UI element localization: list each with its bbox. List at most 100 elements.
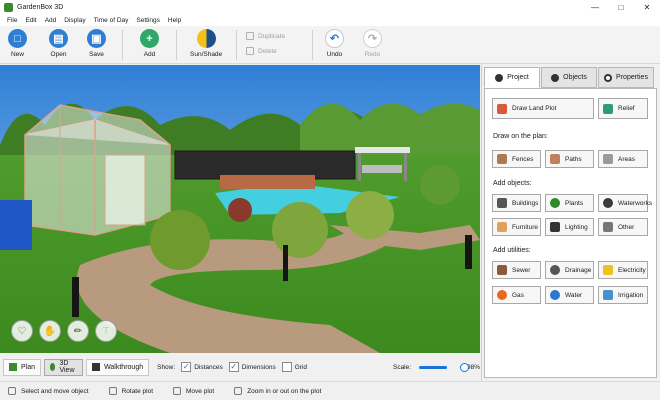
lighting-button[interactable]: Lighting [545,218,594,236]
folder-icon: ▤ [49,29,68,48]
status-zoom-hint: Zoom in or out on the plot [234,387,321,395]
walkthrough-tab[interactable]: Walkthrough [86,358,150,376]
3d-icon [50,363,56,371]
mouse-left-icon [8,387,16,395]
toolbar: □ New ▤ Open ▣ Save + Add Sun/Shade Dupl… [0,26,660,64]
mouse-right-icon [108,387,117,395]
draw-land-plot-button[interactable]: Draw Land Plot [492,98,594,119]
app-logo-icon [4,2,13,12]
draw-on-plan-heading: Draw on the plan: [493,133,548,140]
minimize-button[interactable]: — [582,0,608,14]
viewport-tools: ♡ ✋ ✏ T [11,320,117,342]
tree-icon [550,198,560,208]
plan-view-tab[interactable]: Plan [3,358,42,376]
buildings-button[interactable]: Buildings [492,194,541,212]
shrub [420,165,460,205]
menu-display[interactable]: Display [60,17,89,24]
fence [174,150,356,180]
pan-tool-button[interactable]: ✋ [39,320,61,342]
areas-button[interactable]: Areas [598,150,648,168]
gear-icon [604,73,613,82]
furniture-button[interactable]: Furniture [492,218,541,236]
save-icon: ▣ [87,29,106,48]
gas-button[interactable]: Gas [492,286,541,304]
new-button[interactable]: □ New [8,29,27,58]
window-title: GardenBox 3D [17,3,64,11]
add-objects-heading: Add objects: [493,180,532,187]
chair-icon [497,222,507,232]
status-select-hint: Select and move object [8,387,89,395]
checkbox-checked-icon: ✓ [228,362,239,372]
menu-bar: File Edit Add Display Time of Day Settin… [0,14,660,26]
undo-icon: ↶ [325,29,344,48]
text-tool-button[interactable]: T [95,320,117,342]
grid-checkbox[interactable]: Grid [281,362,307,372]
duplicate-button[interactable]: Duplicate [246,32,285,40]
plants-button[interactable]: Plants [545,194,594,212]
undo-button[interactable]: ↶ Undo [325,29,344,58]
duplicate-icon [246,32,254,40]
scale-slider[interactable] [419,362,469,372]
distances-checkbox[interactable]: ✓ Distances [181,362,223,372]
select-tool-button[interactable]: ♡ [11,320,33,342]
toolbar-separator [236,30,237,60]
save-button[interactable]: ▣ Save [87,29,106,58]
menu-file[interactable]: File [3,17,21,24]
lamp-post [465,235,472,269]
measure-tool-button[interactable]: ✏ [67,320,89,342]
path-icon [550,154,560,164]
project-icon [495,73,504,82]
ruler-icon: ✏ [73,325,83,337]
other-icon [603,222,613,232]
raised-bed [220,175,315,189]
area-icon [603,154,613,164]
scale-value: 98% [466,363,480,371]
window-controls: — □ ✕ [582,0,660,14]
shrub [150,210,210,270]
menu-help[interactable]: Help [164,17,185,24]
sun-shade-button[interactable]: Sun/Shade [190,29,222,58]
fence-icon [497,154,507,164]
toolbar-separator [312,30,313,60]
3d-view-tab[interactable]: 3D View [44,358,84,376]
hand-icon: ✋ [43,325,57,337]
tab-objects[interactable]: Objects [541,67,597,88]
maximize-button[interactable]: □ [608,0,634,14]
drainage-button[interactable]: Drainage [545,261,594,279]
tab-properties[interactable]: Properties [598,67,654,88]
scale-slider-handle[interactable] [459,362,469,372]
relief-button[interactable]: Relief [598,98,648,119]
electricity-button[interactable]: Electricity [598,261,648,279]
add-utilities-heading: Add utilities: [493,247,531,254]
delete-button[interactable]: Delete [246,47,277,55]
menu-time-of-day[interactable]: Time of Day [90,17,133,24]
walk-icon [92,363,101,371]
menu-settings[interactable]: Settings [132,17,164,24]
lamp-post [283,245,288,281]
menu-add[interactable]: Add [41,17,61,24]
sewer-button[interactable]: Sewer [492,261,541,279]
flame-icon [497,290,507,300]
toolbar-separator [176,30,177,60]
sewer-icon [497,265,507,275]
add-button[interactable]: + Add [140,29,159,58]
close-button[interactable]: ✕ [634,0,660,14]
redo-button[interactable]: ↷ Redo [363,29,382,58]
mouse-wheel-icon [234,387,243,395]
dimensions-checkbox[interactable]: ✓ Dimensions [228,362,276,372]
other-button[interactable]: Other [598,218,648,236]
drain-icon [550,265,560,275]
trash-icon [246,47,254,55]
show-label: Show: [157,363,176,371]
fences-button[interactable]: Fences [492,150,541,168]
paths-button[interactable]: Paths [545,150,594,168]
3d-viewport[interactable] [0,65,480,353]
irrigation-button[interactable]: Irrigation [598,286,648,304]
lamp-icon [550,222,560,232]
tab-project[interactable]: Project [484,67,540,88]
open-button[interactable]: ▤ Open [49,29,68,58]
waterworks-button[interactable]: Waterworks [598,194,652,212]
checkbox-checked-icon: ✓ [181,362,192,372]
water-button[interactable]: Water [545,286,594,304]
menu-edit[interactable]: Edit [21,17,40,24]
